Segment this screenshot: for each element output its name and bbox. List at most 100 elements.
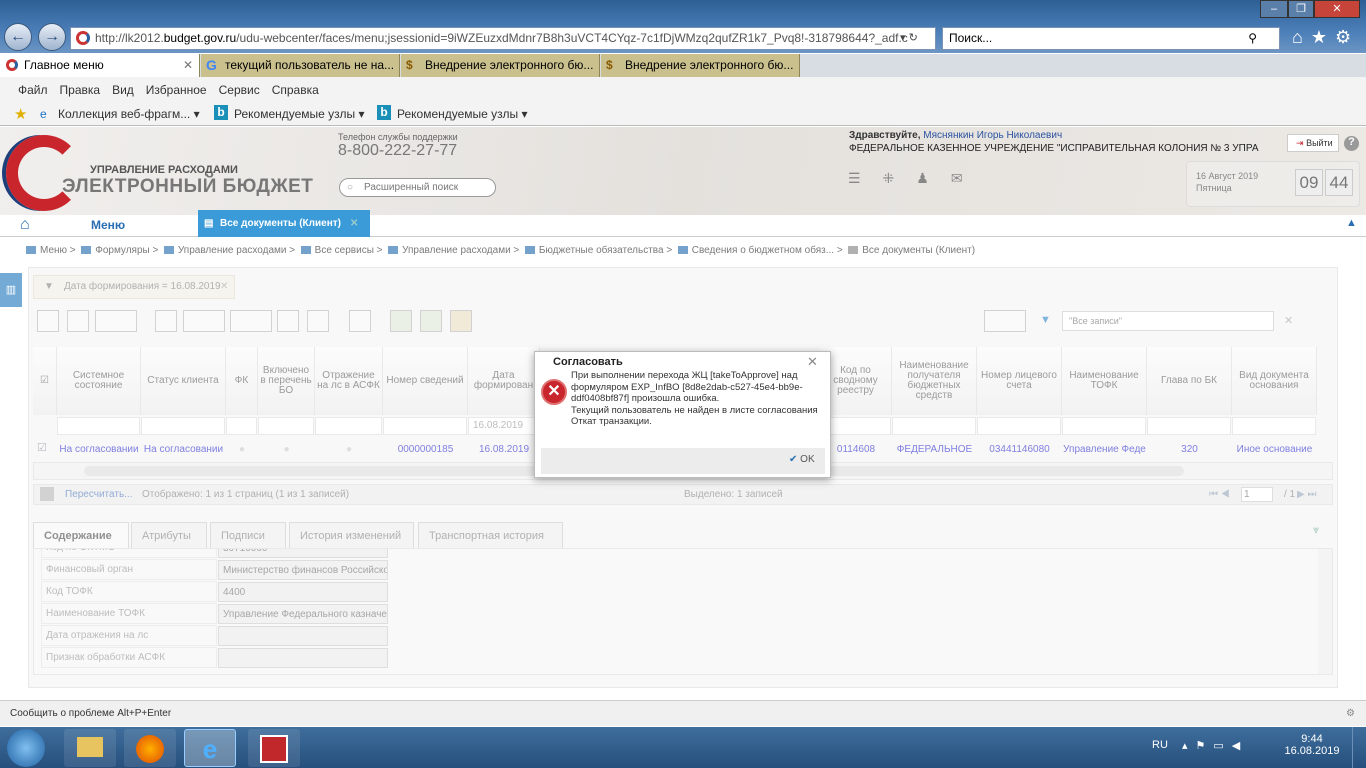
favicon	[6, 59, 18, 71]
tab-label: Главное меню	[24, 58, 104, 72]
close-tab-icon[interactable]: ✕	[183, 54, 193, 77]
collapse-header-icon[interactable]: ▲	[1346, 217, 1357, 229]
ok-label: OK	[800, 454, 815, 465]
clock-minute: 44	[1325, 169, 1353, 196]
tab-label: текущий пользователь не на...	[225, 58, 395, 72]
browser-search-input[interactable]: Поиск... ⚲	[942, 27, 1280, 50]
tray-date: 16.08.2019	[1284, 745, 1340, 757]
tab-label: Внедрение электронного бю...	[425, 58, 594, 72]
dialog-message: При выполнении перехода ЖЦ [takeToApprov…	[571, 370, 825, 428]
fav-suggested-2[interactable]: Рекомендуемые узлы ▾	[397, 107, 528, 121]
home-star-gear-icons[interactable]: ⌂★⚙	[1292, 27, 1359, 48]
menu-file[interactable]: Файл	[12, 77, 54, 97]
greeting-label: Здравствуйте,	[849, 130, 921, 141]
home-icon[interactable]: ⌂	[20, 216, 30, 234]
doc-list-icon: ▤	[204, 218, 214, 229]
dropdown-icon[interactable]: ▾ ↻	[900, 31, 918, 44]
tab-label: Все документы (Клиент)	[220, 218, 341, 229]
search-icon[interactable]: ⚲	[1248, 28, 1257, 49]
tray-time: 9:44	[1301, 733, 1323, 745]
clock-widget: 16 Август 2019 Пятница 09 44	[1186, 161, 1360, 207]
site-icon: $	[406, 58, 413, 72]
show-desktop-button[interactable]	[1352, 727, 1366, 768]
forward-button[interactable]: →	[38, 23, 66, 51]
app-taskbar-icon[interactable]	[248, 729, 300, 767]
dialog-title: Согласовать	[553, 356, 623, 368]
menu-tools[interactable]: Сервис	[213, 77, 266, 97]
error-dialog: Согласовать ✕ ✕ При выполнении перехода …	[534, 351, 831, 478]
start-button[interactable]	[7, 729, 45, 767]
tab-main-menu[interactable]: Главное меню ✕	[0, 54, 200, 77]
greeting: Здравствуйте, Мяснянкин Игорь Николаевич	[849, 130, 1062, 141]
menu-view[interactable]: Вид	[106, 77, 140, 97]
browser-tabs: Главное меню ✕ текущий пользователь не на…	[0, 54, 1366, 77]
tab-google[interactable]: текущий пользователь не на...	[201, 54, 400, 77]
help-icon[interactable]: ?	[1344, 136, 1359, 151]
support-phone: 8-800-222-27-77	[338, 142, 458, 159]
check-icon: ✔	[789, 454, 798, 465]
tab-vnedrenie-2[interactable]: Внедрение электронного бю...	[601, 54, 800, 77]
weekday-label: Пятница	[1196, 183, 1232, 193]
language-indicator[interactable]: RU	[1152, 739, 1168, 751]
logo-subtitle: УПРАВЛЕНИЕ РАСХОДАМИ	[90, 164, 238, 176]
logo-title: ЭЛЕКТРОННЫЙ БЮДЖЕТ	[62, 176, 314, 197]
gear-icon[interactable]: ⚙	[1346, 701, 1355, 727]
logo-icon	[6, 135, 82, 211]
fav-label: Коллекция веб-фрагм...	[58, 107, 191, 121]
notification-icons[interactable]: ☰⁜♟✉	[848, 170, 985, 187]
site-icon	[76, 31, 90, 45]
error-icon: ✕	[541, 379, 567, 405]
report-problem-text[interactable]: Сообщить о проблеме Alt+P+Enter	[10, 708, 171, 719]
search-placeholder: Расширенный поиск	[364, 182, 459, 193]
bing-icon: b	[214, 105, 228, 120]
favorites-bar: ★ e Коллекция веб-фрагм... ▾ b Рекоменду…	[0, 101, 1366, 126]
status-bar: Сообщить о проблеме Alt+P+Enter ⚙	[0, 700, 1366, 726]
search-icon: ○	[347, 182, 354, 193]
fav-webslices[interactable]: Коллекция веб-фрагм... ▾	[58, 107, 200, 121]
ie-taskbar-icon[interactable]: e	[184, 729, 236, 767]
advanced-search-input[interactable]: ○ Расширенный поиск	[339, 178, 496, 197]
tab-label: Внедрение электронного бю...	[625, 58, 794, 72]
close-dialog-button[interactable]: ✕	[807, 354, 818, 370]
address-bar[interactable]: http://lk2012.budget.gov.ru/udu-webcente…	[70, 27, 936, 50]
explorer-taskbar-icon[interactable]	[64, 729, 116, 767]
user-name[interactable]: Мяснянкин Игорь Николаевич	[923, 130, 1062, 141]
tab-all-documents[interactable]: ▤ Все документы (Клиент) ✕	[198, 210, 370, 237]
logout-button[interactable]: ⇥ Выйти	[1287, 134, 1339, 152]
logout-icon: ⇥	[1296, 138, 1304, 148]
tray-clock[interactable]: 9:44 16.08.2019	[1282, 733, 1342, 757]
logout-label: Выйти	[1306, 138, 1333, 148]
url-host: budget.gov.ru	[163, 31, 237, 45]
date-label: 16 Август 2019	[1196, 171, 1259, 181]
search-placeholder: Поиск...	[949, 31, 993, 45]
google-icon: G	[206, 57, 217, 73]
tab-vnedrenie-1[interactable]: Внедрение электронного бю...	[401, 54, 600, 77]
favorites-star-icon[interactable]: ★	[14, 105, 27, 123]
dialog-footer: ✔ OK	[541, 448, 825, 474]
back-button[interactable]: ←	[4, 23, 32, 51]
maximize-button[interactable]: ❐	[1288, 0, 1314, 18]
fav-label: Рекомендуемые узлы	[397, 107, 519, 121]
error-text: Текущий пользователь не найден в листе с…	[571, 404, 818, 416]
site-icon: $	[606, 58, 613, 72]
org-name: ФЕДЕРАЛЬНОЕ КАЗЕННОЕ УЧРЕЖДЕНИЕ "ИСПРАВИ…	[849, 143, 1259, 154]
url-prefix: http://lk2012.	[95, 31, 164, 45]
fav-label: Рекомендуемые узлы	[234, 107, 356, 121]
menu-edit[interactable]: Правка	[54, 77, 107, 97]
fav-suggested-1[interactable]: Рекомендуемые узлы ▾	[234, 107, 365, 121]
menu-help[interactable]: Справка	[266, 77, 325, 97]
minimize-button[interactable]: –	[1260, 0, 1288, 18]
menu-favorites[interactable]: Избранное	[140, 77, 213, 97]
error-text: При выполнении перехода ЖЦ [takeToApprov…	[571, 370, 803, 404]
clock-hour: 09	[1295, 169, 1323, 196]
ie-icon: e	[40, 107, 47, 121]
bing-icon: b	[377, 105, 391, 120]
support-label: Телефон службы поддержки	[338, 132, 458, 142]
menu-link[interactable]: Меню	[91, 218, 125, 232]
ok-button[interactable]: ✔ OK	[789, 454, 815, 465]
close-tab-icon[interactable]: ✕	[350, 210, 358, 237]
url-path: /udu-webcenter/faces/menu;jsessionid=9iW…	[236, 31, 908, 45]
close-window-button[interactable]: ✕	[1314, 0, 1360, 18]
tray-icons[interactable]: ▴⚑▭◀	[1182, 739, 1248, 752]
firefox-taskbar-icon[interactable]	[124, 729, 176, 767]
